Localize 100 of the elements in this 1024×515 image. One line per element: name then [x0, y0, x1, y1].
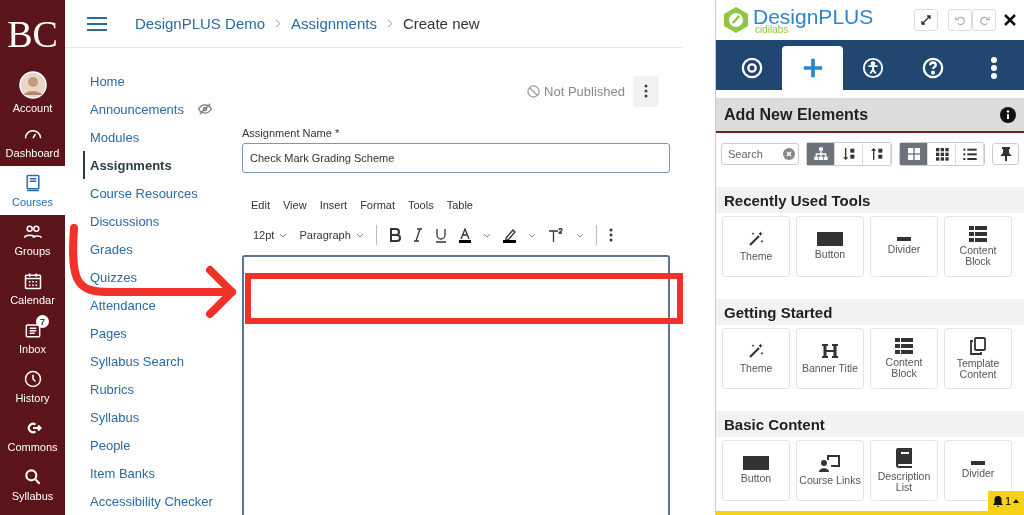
global-nav-item[interactable]: Commons [0, 411, 65, 460]
hierarchy-icon [812, 146, 829, 162]
highlighter-icon[interactable] [502, 227, 516, 243]
element-tile[interactable]: Course Links [796, 440, 864, 501]
course-nav-link[interactable]: Home [83, 67, 232, 95]
text-color-icon[interactable] [458, 227, 471, 243]
editor-menu-item[interactable]: Insert [319, 199, 348, 211]
global-nav-item[interactable]: Groups [0, 215, 65, 264]
caret-icon [279, 232, 288, 238]
chevron-icon [275, 19, 282, 28]
nav-label: Account [12, 102, 53, 114]
nav-label: History [15, 392, 50, 404]
editor-menu-item[interactable]: View [282, 199, 307, 211]
global-nav-item[interactable]: History [0, 362, 65, 411]
pin-icon [999, 147, 1012, 161]
global-nav-item[interactable]: Account [0, 68, 65, 117]
course-nav-link[interactable]: Pages [83, 319, 232, 347]
button-icon [817, 232, 843, 247]
global-nav-item[interactable]: Courses [0, 166, 65, 215]
element-tile[interactable]: Description List [870, 440, 938, 501]
caret-icon [1013, 499, 1019, 503]
more-icon[interactable] [608, 228, 613, 242]
caret-icon [527, 232, 536, 238]
info-icon[interactable] [1000, 106, 1016, 123]
accessibility-icon [862, 57, 884, 79]
rich-text-editor[interactable] [242, 255, 670, 515]
bold-icon[interactable] [388, 228, 401, 242]
element-tile[interactable]: Theme [722, 328, 790, 389]
expand-button[interactable] [914, 9, 938, 31]
element-tile[interactable]: Divider [870, 216, 938, 277]
global-nav-item[interactable]: 7 Inbox [0, 313, 65, 362]
course-nav-link[interactable]: Syllabus Search [83, 347, 232, 375]
notification-button[interactable]: 1 [987, 491, 1024, 511]
breadcrumb-link[interactable]: DesignPLUS Demo [135, 15, 266, 32]
copy-icon [970, 337, 986, 355]
clear-icon[interactable] [783, 148, 796, 160]
nav-label: Commons [7, 441, 58, 453]
course-nav-link[interactable]: Syllabus [83, 403, 232, 431]
element-tile[interactable]: Button [796, 216, 864, 277]
nav-label: Courses [12, 196, 53, 208]
assignment-name-field[interactable]: Check Mark Grading Scheme [242, 143, 670, 173]
course-nav-link[interactable]: Announcements [83, 95, 232, 123]
superscript-icon[interactable] [547, 228, 564, 242]
course-nav-link[interactable]: People [83, 431, 232, 459]
font-size-dropdown[interactable]: 12pt [253, 229, 288, 241]
section-heading: Getting Started [716, 299, 1024, 325]
editor-menu-item[interactable]: Edit [251, 199, 270, 211]
calendar-icon [22, 271, 43, 291]
close-icon[interactable] [1004, 14, 1016, 26]
avatar-icon [18, 71, 47, 99]
italic-icon[interactable] [412, 228, 423, 242]
course-nav-link[interactable]: Grades [83, 235, 232, 263]
section-heading: Basic Content [716, 411, 1024, 437]
course-nav-link[interactable]: Quizzes [83, 263, 232, 291]
block-format-dropdown[interactable]: Paragraph [299, 229, 364, 241]
sort-down-icon [840, 146, 857, 162]
search-field[interactable]: Search [721, 143, 800, 165]
course-nav-link[interactable]: Modules [83, 123, 232, 151]
element-tile[interactable]: Banner Title [796, 328, 864, 389]
underline-icon[interactable] [434, 227, 447, 243]
element-tile[interactable]: Theme [722, 216, 790, 277]
list-block-icon [895, 338, 913, 354]
nav-label: Calendar [10, 294, 55, 306]
breadcrumb-link[interactable]: Assignments [291, 15, 377, 32]
search-icon [22, 467, 43, 487]
grid-icon [933, 146, 950, 162]
sort-up-icon [868, 146, 885, 162]
bell-icon [992, 495, 1003, 507]
menu-icon[interactable] [87, 16, 107, 31]
element-tile[interactable]: Button [722, 440, 790, 501]
nav-label: Groups [14, 245, 51, 257]
logo-icon [722, 6, 750, 34]
caret-icon [355, 232, 364, 238]
global-nav-item[interactable]: Dashboard [0, 117, 65, 166]
school-logo[interactable]: BC [7, 0, 58, 68]
global-nav-item[interactable]: Syllabus [0, 460, 65, 509]
designplus-logo: DesignPLUS cidilabs [722, 5, 914, 35]
editor-menu-item[interactable]: Format [360, 199, 395, 211]
help-icon [922, 57, 945, 79]
element-tile[interactable]: Template Content [944, 328, 1012, 389]
course-nav-link[interactable]: Assignments [83, 151, 232, 179]
course-nav-link[interactable]: Discussions [83, 207, 232, 235]
course-nav-link[interactable]: Rubrics [83, 375, 232, 403]
global-nav-item[interactable]: Calendar [0, 264, 65, 313]
course-nav-link[interactable]: Item Banks [83, 459, 232, 487]
more-icon [989, 56, 998, 80]
element-tile[interactable]: Content Block [944, 216, 1012, 277]
course-nav-link[interactable]: Accessibility Checker [83, 487, 232, 515]
plus-icon [801, 57, 824, 79]
grid-icon [905, 146, 922, 162]
chevron-icon [386, 19, 393, 28]
course-nav-link[interactable]: Attendance [83, 291, 232, 319]
editor-menu-item[interactable]: Table [446, 199, 473, 211]
editor-menu-item[interactable]: Tools [408, 199, 434, 211]
section-heading: Recently Used Tools [716, 187, 1024, 213]
nav-label: Inbox [19, 343, 46, 355]
button-icon [743, 456, 769, 471]
pin-button[interactable] [992, 143, 1019, 165]
element-tile[interactable]: Content Block [870, 328, 938, 389]
course-nav-link[interactable]: Course Resources [83, 179, 232, 207]
